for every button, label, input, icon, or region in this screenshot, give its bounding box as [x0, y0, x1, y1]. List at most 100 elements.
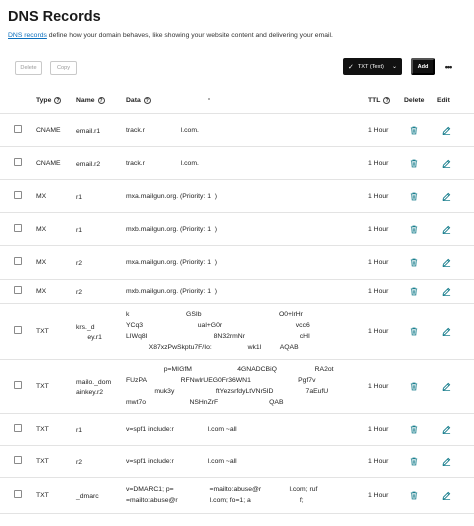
delete-button[interactable]: Delete [15, 61, 42, 75]
table-header: Type? Name? Data? TTL? Delete Edit [0, 88, 474, 114]
trash-icon[interactable] [410, 126, 418, 135]
dns-records-link[interactable]: DNS records [8, 32, 47, 39]
pencil-icon[interactable] [442, 457, 451, 466]
trash-icon[interactable] [410, 225, 418, 234]
row-select-checkbox[interactable] [14, 456, 22, 464]
row-select-checkbox[interactable] [14, 158, 22, 166]
record-data-line: mxa.mailgun.org. (Priority: 1 ) [126, 193, 218, 200]
data-column-header[interactable]: Data? [126, 97, 151, 104]
pencil-icon[interactable] [442, 327, 451, 336]
type-header-label: Type [36, 97, 52, 104]
pencil-icon[interactable] [442, 192, 451, 201]
record-data-line: YCq3 ual+G0r vcc6 [126, 322, 310, 329]
table-row: MX r2 mxa.mailgun.org. (Priority: 1 ) 1 Hou… [0, 246, 474, 280]
trash-icon[interactable] [410, 491, 418, 500]
record-name: email.r1 [76, 128, 101, 135]
pencil-icon[interactable] [442, 159, 451, 168]
record-data-line: X87xzPwSkptu7F/Io: wk1l AQAB [126, 344, 299, 351]
trash-icon[interactable] [410, 287, 418, 296]
edit-column-header: Edit [437, 97, 450, 104]
row-select-checkbox[interactable] [14, 490, 22, 498]
table-row: CNAME email.r2 track.r l.com. 1 Hour [0, 147, 474, 180]
record-ttl: 1 Hour [368, 288, 389, 295]
info-circle-icon[interactable]: ? [54, 97, 62, 104]
trash-icon[interactable] [410, 159, 418, 168]
record-data-line: v=spf1 include:r l.com ~all [126, 458, 237, 465]
table-row: TXT r1 v=spf1 include:r l.com ~all 1 Hour [0, 414, 474, 446]
ttl-column-header[interactable]: TTL? [368, 97, 391, 104]
record-data-line: LIWq8I 8N32rmNr cHI [126, 333, 310, 340]
record-name: r1 [76, 194, 83, 201]
filter-label: TXT (Text) [357, 63, 384, 70]
pencil-icon[interactable] [442, 491, 451, 500]
pencil-icon[interactable] [442, 425, 451, 434]
copy-button[interactable]: Copy [50, 61, 77, 75]
trash-icon[interactable] [410, 192, 418, 201]
record-name: r2 [76, 260, 83, 267]
record-data-line: v=spf1 include:r l.com ~all [126, 426, 237, 433]
table-row: MX r1 mxb.mailgun.org. (Priority: 1 ) 1 Hou… [0, 213, 474, 246]
table-row: MX r1 mxa.mailgun.org. (Priority: 1 ) 1 Hou… [0, 180, 474, 213]
record-data-line: mxa.mailgun.org. (Priority: 1 ) [126, 259, 218, 266]
row-select-checkbox[interactable] [14, 257, 22, 265]
record-name: r1 [76, 427, 83, 434]
record-type: TXT [36, 458, 49, 465]
record-data-line: p=MIGfM 4GNADCBiQ RA2ot [126, 366, 334, 373]
record-type: TXT [36, 383, 49, 390]
info-circle-icon[interactable]: ? [383, 97, 391, 104]
row-select-checkbox[interactable] [14, 424, 22, 432]
table-row: TXT mailo._dom ainkey.r2 p=MIGfM 4GNADCBi… [0, 360, 474, 414]
record-data-line: track.r l.com. [126, 127, 199, 134]
info-circle-icon[interactable]: ? [143, 97, 151, 104]
header-dot [208, 98, 210, 100]
pencil-icon[interactable] [442, 287, 451, 296]
page-description: DNS records define how your domain behav… [8, 32, 333, 39]
chevron-down-icon: ⌄ [391, 64, 397, 70]
row-select-checkbox[interactable] [14, 381, 22, 389]
record-type: CNAME [36, 160, 61, 167]
delete-header-label: Delete [404, 97, 425, 104]
record-data-line: mxb.mailgun.org. (Priority: 1 ) [126, 226, 218, 233]
delete-column-header: Delete [404, 97, 424, 104]
record-name: r1 [76, 227, 83, 234]
trash-icon[interactable] [410, 425, 418, 434]
record-ttl: 1 Hour [368, 259, 389, 266]
pencil-icon[interactable] [442, 258, 451, 267]
table-row: TXT krs._d ey.r1 k GSIb O0+lrHr YCq3 ual+G0… [0, 304, 474, 360]
check-icon: ✓ [348, 63, 354, 71]
record-type: TXT [36, 426, 49, 433]
record-ttl: 1 Hour [368, 383, 389, 390]
record-type: MX [36, 288, 47, 295]
record-type-filter[interactable]: ✓ TXT (Text) ⌄ [343, 58, 402, 75]
record-data-line: FUzPA RFNwlrUEG0Fr36WN1 Pgf7v [126, 377, 316, 384]
pencil-icon[interactable] [442, 382, 451, 391]
row-select-checkbox[interactable] [14, 125, 22, 133]
trash-icon[interactable] [410, 382, 418, 391]
record-name: r2 [76, 459, 83, 466]
trash-icon[interactable] [410, 327, 418, 336]
record-ttl: 1 Hour [368, 127, 389, 134]
name-column-header[interactable]: Name? [76, 97, 105, 104]
page-title: DNS Records [8, 9, 101, 25]
table-row: CNAME email.r1 track.r l.com. 1 Hour [0, 114, 474, 147]
table-row: MX r2 mxb.mailgun.org. (Priority: 1 ) 1 Hou… [0, 280, 474, 304]
type-column-header[interactable]: Type? [36, 97, 62, 104]
data-header-label: Data [126, 97, 141, 104]
record-data-line: track.r l.com. [126, 160, 199, 167]
row-select-checkbox[interactable] [14, 326, 22, 334]
info-circle-icon[interactable]: ? [97, 97, 105, 104]
record-ttl: 1 Hour [368, 193, 389, 200]
pencil-icon[interactable] [442, 225, 451, 234]
row-select-checkbox[interactable] [14, 224, 22, 232]
add-button[interactable]: Add [411, 58, 435, 75]
more-options-button[interactable]: ••• [440, 58, 456, 75]
record-data-line: mxb.mailgun.org. (Priority: 1 ) [126, 288, 218, 295]
record-ttl: 1 Hour [368, 458, 389, 465]
record-type: MX [36, 259, 47, 266]
pencil-icon[interactable] [442, 126, 451, 135]
record-name: r2 [76, 289, 83, 296]
trash-icon[interactable] [410, 457, 418, 466]
row-select-checkbox[interactable] [14, 191, 22, 199]
trash-icon[interactable] [410, 258, 418, 267]
row-select-checkbox[interactable] [14, 286, 22, 294]
